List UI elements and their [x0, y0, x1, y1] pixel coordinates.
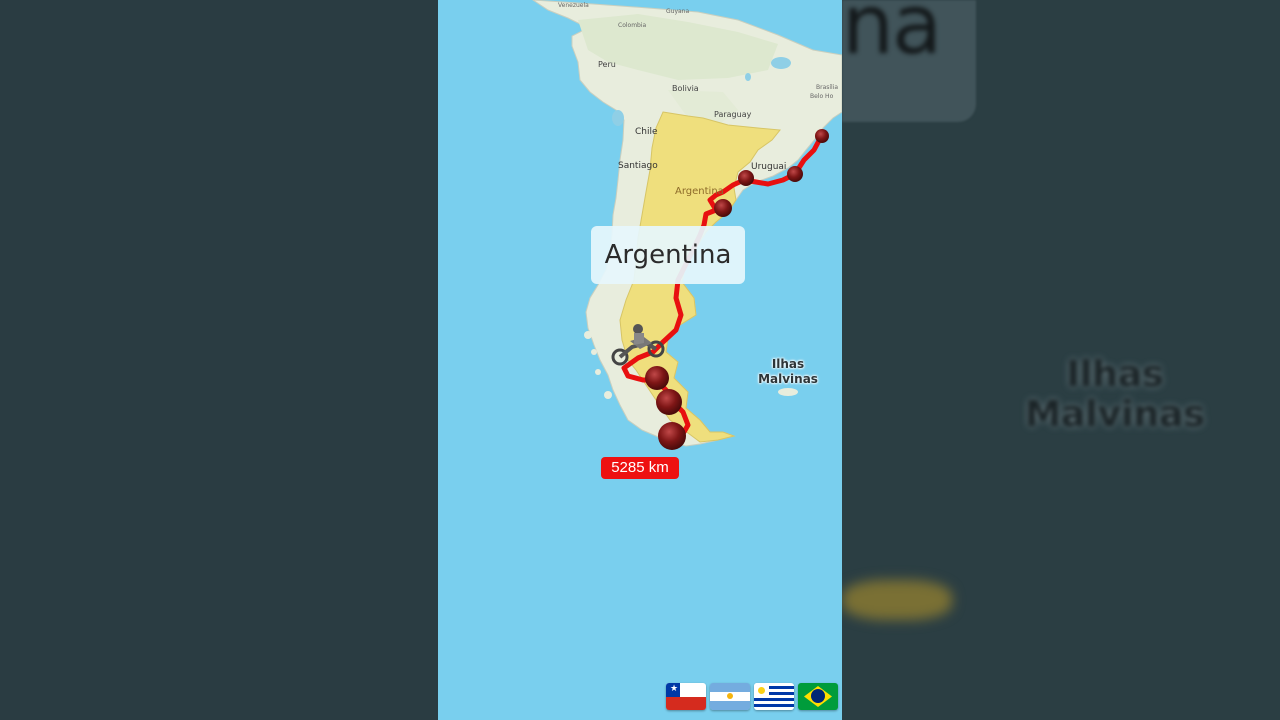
lake-shape — [612, 110, 624, 126]
blurred-land-patch — [842, 580, 952, 620]
country-name-tag: Argentina — [591, 226, 745, 284]
map-label-argentina-small: Argentina — [675, 186, 724, 197]
island-shape — [595, 369, 601, 375]
left-blurred-background — [0, 0, 438, 720]
route-stop-marker-icon — [787, 166, 803, 182]
distance-badge: 5285 km — [601, 457, 679, 479]
brazil-flag-icon — [798, 683, 838, 710]
lake-shape — [745, 73, 751, 81]
falkland-islands-shape — [778, 388, 798, 396]
map-label-chile: Chile — [635, 127, 658, 137]
map-label-bolivia: Bolivia — [672, 84, 699, 93]
island-shape — [584, 331, 592, 339]
route-stop-marker-icon — [714, 199, 732, 217]
argentina-flag-icon — [710, 683, 750, 710]
map-label-venezuela: Venezuela — [558, 2, 589, 9]
chile-flag-icon: ★ — [666, 683, 706, 710]
map-label-paraguay: Paraguay — [714, 110, 752, 119]
route-stop-marker-icon — [658, 422, 686, 450]
map-label-peru: Peru — [598, 60, 616, 69]
map-label-santiago: Santiago — [618, 161, 658, 171]
uruguay-flag-icon — [754, 683, 794, 710]
route-map: Venezuela Guyana Colombia Peru Bolivia P… — [438, 0, 842, 720]
right-blurred-background: na Ilhas Malvinas — [842, 0, 1280, 720]
route-stop-marker-icon — [645, 366, 669, 390]
falkland-islands-label: Ilhas Malvinas — [758, 357, 818, 386]
lake-shape — [771, 57, 791, 69]
map-label-belo-horizonte: Belo Ho — [810, 93, 834, 100]
blurred-country-tag: na — [842, 0, 976, 122]
island-shape — [604, 391, 612, 399]
route-stop-marker-icon — [815, 129, 829, 143]
route-stop-marker-icon — [738, 170, 754, 186]
map-label-guyana: Guyana — [666, 8, 690, 15]
map-label-brasilia: Brasília — [816, 84, 839, 91]
island-shape — [591, 349, 597, 355]
country-name-text: Argentina — [604, 240, 732, 270]
flag-row: ★ — [666, 683, 838, 710]
video-frame: na Ilhas Malvinas Venezuela Guyana Colom… — [0, 0, 1280, 720]
map-label-uruguay: Uruguai — [751, 162, 787, 172]
blurred-islands-label: Ilhas Malvinas — [1025, 354, 1205, 435]
route-stop-marker-icon — [656, 389, 682, 415]
blurred-country-text: na — [842, 0, 942, 73]
map-label-colombia: Colombia — [618, 22, 647, 29]
